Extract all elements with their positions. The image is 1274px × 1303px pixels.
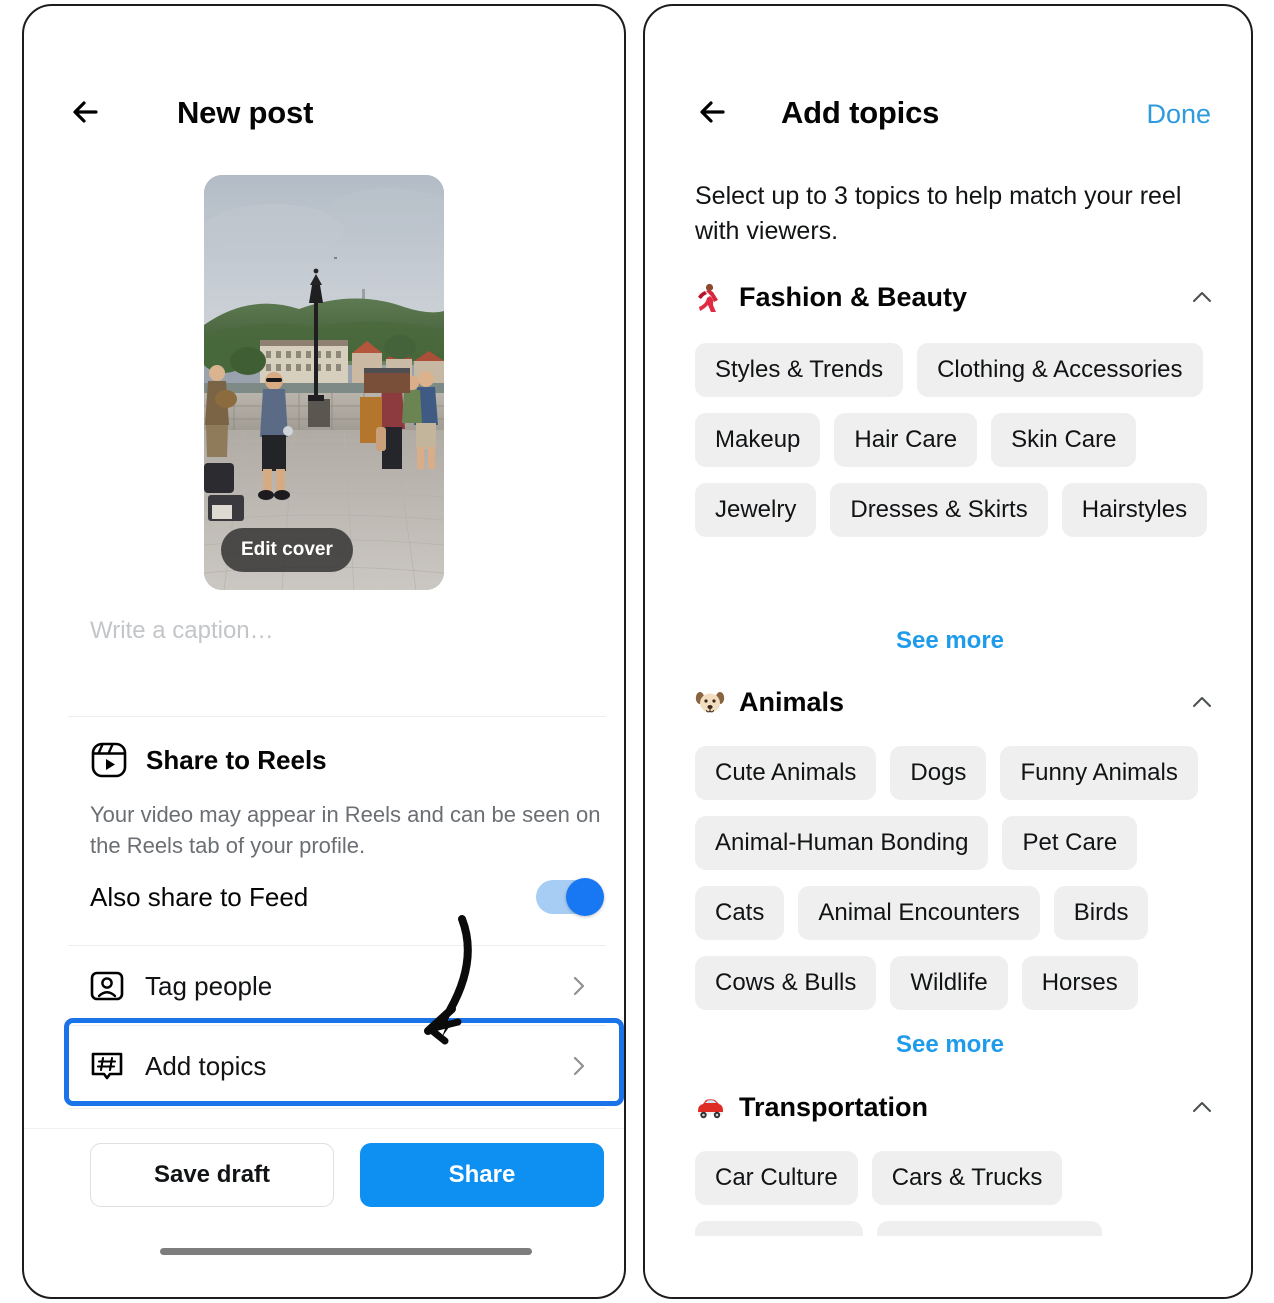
topic-chip[interactable]: Horses	[1021, 956, 1138, 1010]
topic-chip[interactable]: Jewelry	[695, 483, 817, 537]
done-button[interactable]: Done	[1146, 99, 1211, 130]
divider	[68, 716, 606, 717]
back-arrow-icon[interactable]	[693, 90, 737, 134]
hashtag-icon	[88, 1047, 126, 1085]
toggle-knob	[566, 878, 604, 916]
tag-people-icon	[88, 967, 126, 1005]
topic-chip[interactable]: Dresses & Skirts	[830, 483, 1048, 537]
also-share-to-feed-label: Also share to Feed	[90, 881, 309, 912]
share-button[interactable]: Share	[360, 1143, 604, 1207]
new-post-header: New post	[24, 6, 624, 130]
page-title: New post	[177, 95, 314, 130]
category-name: Transportation	[739, 1092, 929, 1122]
save-draft-button[interactable]: Save draft	[90, 1143, 334, 1207]
page-title: Add topics	[781, 95, 940, 130]
topic-chip[interactable]: Car Culture	[695, 1151, 858, 1205]
chevron-right-icon	[568, 1055, 590, 1077]
topic-chip[interactable]: Funny Animals	[1000, 746, 1198, 800]
topic-chip[interactable]: Dogs	[890, 746, 987, 800]
topic-chip[interactable]: Wildlife	[890, 956, 1008, 1010]
menu-label: Tag people	[145, 970, 273, 1001]
edit-cover-button[interactable]: Edit cover	[221, 528, 353, 572]
new-post-screen: New post Edit cover Write a caption… Sha…	[22, 4, 626, 1299]
topic-chip[interactable]: Animal Encounters	[798, 886, 1040, 940]
menu-row-tag-people[interactable]: Tag people	[68, 946, 606, 1026]
category-header-transportation[interactable]: Transportation	[695, 1092, 1215, 1123]
add-topics-screen: Add topics Done Select up to 3 topics to…	[643, 4, 1253, 1299]
chevron-right-icon	[568, 975, 590, 997]
back-arrow-icon[interactable]	[66, 90, 110, 134]
footer-actions: Save draft Share	[90, 1143, 604, 1207]
media-thumbnail[interactable]: Edit cover	[204, 175, 444, 590]
topic-chips-animals: Cute Animals Dogs Funny Animals Animal-H…	[695, 746, 1215, 1010]
divider	[68, 1108, 606, 1109]
menu-row-add-topics[interactable]: Add topics	[68, 1026, 606, 1106]
topic-chip[interactable]: Cute Animals	[695, 746, 877, 800]
menu-label: Add topics	[145, 1050, 267, 1081]
topic-chip[interactable]: Clothing & Accessories	[917, 343, 1203, 397]
category-header-animals[interactable]: Animals	[695, 687, 1215, 718]
topic-chip[interactable]: Cats	[695, 886, 785, 940]
share-to-reels-title: Share to Reels	[146, 744, 327, 775]
topic-chip[interactable]: Animal-Human Bonding	[695, 816, 989, 870]
topic-chips-fashion-beauty: Styles & Trends Clothing & Accessories M…	[695, 343, 1215, 537]
topic-chip[interactable]: Cars & Trucks	[871, 1151, 1063, 1205]
dancer-emoji	[695, 283, 729, 313]
divider	[24, 1128, 624, 1129]
topic-chip[interactable]: Cows & Bulls	[695, 956, 877, 1010]
screenshot-stage: New post Edit cover Write a caption… Sha…	[0, 0, 1274, 1303]
share-to-reels-description: Your video may appear in Reels and can b…	[90, 802, 601, 858]
category-name: Fashion & Beauty	[739, 282, 968, 312]
chevron-up-icon[interactable]	[1189, 285, 1215, 311]
category-header-fashion-beauty[interactable]: Fashion & Beauty	[695, 282, 1215, 313]
chevron-up-icon[interactable]	[1189, 690, 1215, 716]
category-name: Animals	[739, 687, 845, 717]
bottom-mask	[645, 1236, 1251, 1297]
see-more-link-fashion-beauty[interactable]: See more	[645, 627, 1251, 655]
add-topics-header: Add topics Done	[645, 6, 1251, 130]
topic-chip[interactable]: Styles & Trends	[695, 343, 904, 397]
also-share-to-feed-row[interactable]: Also share to Feed	[90, 878, 604, 916]
caption-input[interactable]: Write a caption…	[90, 617, 274, 645]
topic-chip[interactable]: Makeup	[695, 413, 821, 467]
red-car-emoji	[695, 1097, 729, 1119]
chevron-up-icon[interactable]	[1189, 1095, 1215, 1121]
topic-chip[interactable]: Pet Care	[1002, 816, 1138, 870]
add-topics-subtitle: Select up to 3 topics to help match your…	[695, 182, 1182, 245]
topic-chip[interactable]: Hairstyles	[1061, 483, 1208, 537]
dog-face-emoji	[695, 689, 729, 717]
reels-icon	[90, 741, 128, 779]
topic-chip[interactable]: Birds	[1053, 886, 1149, 940]
also-share-to-feed-toggle[interactable]	[536, 878, 604, 916]
topic-chip[interactable]: Skin Care	[991, 413, 1137, 467]
see-more-link-animals[interactable]: See more	[645, 1031, 1251, 1059]
topic-chip[interactable]: Hair Care	[834, 413, 978, 467]
home-indicator	[160, 1248, 532, 1255]
share-to-reels-heading: Share to Reels	[90, 741, 327, 779]
